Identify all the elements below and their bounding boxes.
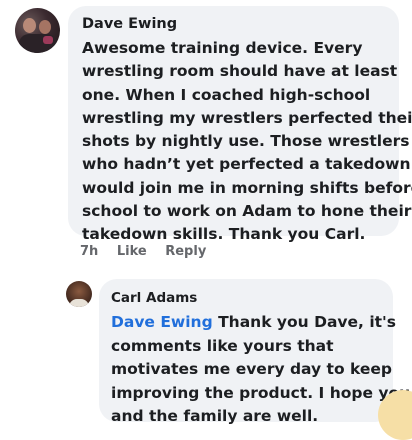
reply-text: Dave Ewing Thank you Dave, it's comments… bbox=[111, 311, 411, 429]
comment-text-line: wrestling my wrestlers perfected their bbox=[82, 108, 412, 127]
avatar-shirt bbox=[69, 299, 89, 307]
comment-author[interactable]: Dave Ewing bbox=[82, 15, 387, 34]
reply-author[interactable]: Carl Adams bbox=[111, 289, 381, 307]
comment-actions: 7h Like Reply bbox=[80, 244, 220, 259]
comment-text-line: shots by nightly use. Those wrestlers bbox=[82, 132, 410, 151]
reply-text-line: improving the product. I hope you bbox=[111, 383, 411, 402]
comment-text-line: school to work on Adam to hone their bbox=[82, 202, 412, 221]
avatar-dave-ewing[interactable] bbox=[15, 8, 60, 53]
avatar-accent bbox=[43, 36, 53, 44]
comment-timestamp[interactable]: 7h bbox=[80, 244, 98, 259]
comment-text-line: would join me in morning shifts before bbox=[82, 178, 412, 197]
comment-text: Awesome training device. Every wrestling… bbox=[82, 37, 412, 247]
avatar-carl-adams[interactable] bbox=[66, 281, 92, 307]
comment-bubble: Dave Ewing Awesome training device. Ever… bbox=[68, 6, 412, 243]
avatar-face bbox=[23, 18, 36, 33]
reply-text-line: comments like yours that bbox=[111, 336, 334, 355]
mention-link[interactable]: Dave Ewing bbox=[111, 313, 213, 331]
comment-text-line: Awesome training device. Every bbox=[82, 39, 363, 57]
reply-text-line: Dave Ewing Thank you Dave, it's bbox=[111, 311, 396, 335]
reply-bubble: Carl Adams Dave Ewing Thank you Dave, it… bbox=[99, 279, 410, 425]
reply-text-segment: Thank you Dave, it's bbox=[212, 313, 397, 331]
comment-text-line: one. When I coached high-school bbox=[82, 85, 371, 104]
like-button[interactable]: Like bbox=[117, 244, 147, 259]
comment-text-line: who hadn’t yet perfected a takedown bbox=[82, 155, 411, 174]
reply-text-line: and the family are well. bbox=[111, 407, 319, 425]
reply-text-line: motivates me every day to keep bbox=[111, 360, 393, 378]
avatar-face bbox=[39, 20, 51, 34]
comment-text-line: wrestling room should have at least bbox=[82, 62, 398, 81]
reply-button[interactable]: Reply bbox=[165, 244, 206, 259]
